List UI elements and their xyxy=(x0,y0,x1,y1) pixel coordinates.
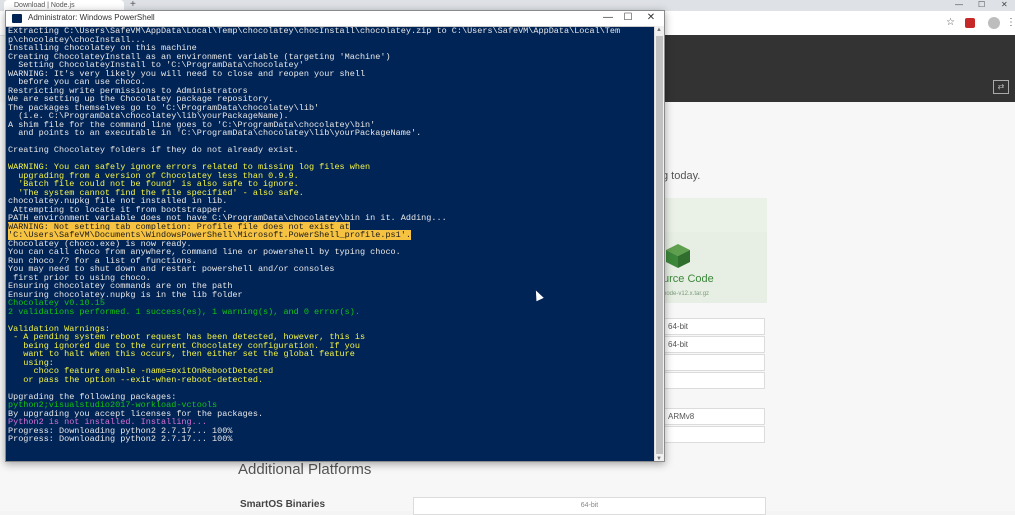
scrollbar-thumb[interactable] xyxy=(656,36,663,454)
console-line: Creating Chocolatey folders if they do n… xyxy=(8,145,299,155)
browser-close-button[interactable]: ✕ xyxy=(1001,0,1008,9)
download-cell[interactable] xyxy=(663,426,765,443)
download-cell[interactable] xyxy=(663,372,765,389)
console-line: want to halt when this occurs, then eith… xyxy=(8,349,355,359)
powershell-icon xyxy=(12,14,22,23)
powershell-window[interactable]: Administrator: Windows PowerShell — ☐ ✕ … xyxy=(5,10,665,462)
close-button[interactable]: ✕ xyxy=(643,12,659,23)
console-line: 2 validations performed. 1 success(es), … xyxy=(8,306,360,317)
download-cell[interactable] xyxy=(663,354,765,371)
source-code-label[interactable]: urce Code xyxy=(663,273,714,285)
extension-icon[interactable] xyxy=(965,18,975,28)
menu-icon[interactable]: ⋮ xyxy=(1006,17,1015,28)
console-line: or pass the option --exit-when-reboot-de… xyxy=(8,374,264,385)
console-scrollbar[interactable]: ▲ ▼ xyxy=(654,26,664,461)
source-code-filename: node-v12.x.tar.gz xyxy=(663,291,710,297)
console-line: and points to an executable in 'C:\Progr… xyxy=(8,128,422,138)
new-tab-button[interactable]: + xyxy=(130,0,136,10)
additional-platforms-heading: Additional Platforms xyxy=(238,461,372,478)
minimize-button[interactable]: — xyxy=(600,12,616,23)
download-cell[interactable]: ARMv8 xyxy=(663,408,765,425)
browser-maximize-button[interactable]: ☐ xyxy=(978,0,985,9)
cube-icon xyxy=(666,244,690,268)
browser-minimize-button[interactable]: — xyxy=(955,0,963,9)
smartos-64bit-link[interactable]: 64-bit xyxy=(413,497,766,515)
console-text: Extracting C:\Users\SafeVM\AppData\Local… xyxy=(6,26,654,444)
star-icon[interactable]: ☆ xyxy=(946,17,955,28)
smartos-binaries-label: SmartOS Binaries xyxy=(240,499,326,510)
maximize-button[interactable]: ☐ xyxy=(620,12,636,23)
card-header-band xyxy=(663,198,767,232)
download-cell[interactable]: 64-bit xyxy=(663,318,765,335)
powershell-titlebar[interactable]: Administrator: Windows PowerShell — ☐ ✕ xyxy=(6,11,664,27)
translate-icon[interactable]: ⇄ xyxy=(993,80,1009,94)
scroll-up-arrow[interactable]: ▲ xyxy=(656,27,662,33)
console-output[interactable]: Extracting C:\Users\SafeVM\AppData\Local… xyxy=(6,26,654,461)
download-cell[interactable]: 64-bit xyxy=(663,336,765,353)
intro-text: g today. xyxy=(662,170,701,182)
site-header xyxy=(663,35,1015,102)
avatar[interactable] xyxy=(988,17,1000,29)
console-line: Progress: Downloading python2 2.7.17... … xyxy=(8,434,233,444)
scroll-down-arrow[interactable]: ▼ xyxy=(656,456,662,461)
window-title: Administrator: Windows PowerShell xyxy=(28,13,155,22)
